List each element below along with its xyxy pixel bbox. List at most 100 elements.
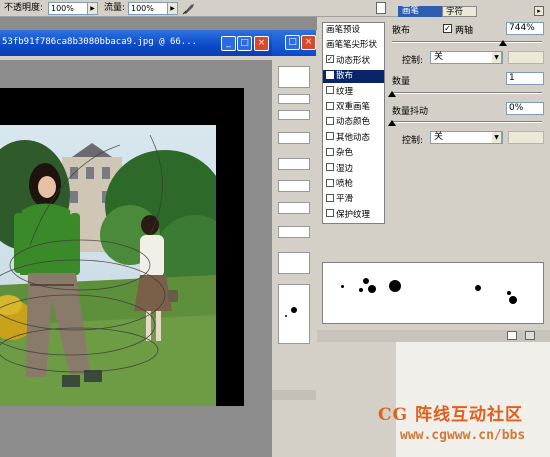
brush-setting-label: 动态形状	[336, 55, 371, 66]
brush-setting-label: 杂色	[336, 148, 354, 159]
workspace-background	[0, 17, 317, 30]
hidden-panel-row	[278, 180, 310, 192]
brush-setting-item[interactable]: 双重画笔	[323, 101, 384, 114]
control2-label: 控制:	[402, 136, 424, 146]
airbrush-icon[interactable]	[182, 2, 196, 15]
watermark-cg: CG	[378, 405, 409, 425]
minimize-button[interactable]: _	[221, 36, 236, 51]
brush-panel-footer	[317, 330, 550, 342]
flow-dropdown-arrow-icon[interactable]: ▶	[168, 2, 178, 15]
brush-setting-label: 喷枪	[336, 179, 354, 189]
hidden-window-close-button[interactable]: ×	[301, 35, 316, 50]
brush-setting-checkbox[interactable]	[326, 209, 334, 218]
brush-setting-item[interactable]: ✓ 动态形状	[323, 55, 384, 68]
brush-setting-item[interactable]: 湿边	[323, 163, 384, 176]
brush-setting-checkbox[interactable]	[326, 163, 334, 172]
brush-setting-label: 散布	[336, 71, 354, 82]
trash-icon[interactable]	[525, 331, 535, 340]
count-value-field[interactable]: 1	[506, 72, 544, 85]
close-button[interactable]: ×	[254, 36, 269, 51]
watermark-url: www.cgwww.cn/bbs	[400, 428, 526, 443]
control2-extra-field	[508, 131, 544, 144]
brush-setting-label: 动态颜色	[336, 117, 371, 128]
both-axes-label: 两轴	[455, 26, 474, 36]
brush-setting-checkbox[interactable]	[326, 147, 334, 156]
count-jitter-slider-track[interactable]	[392, 121, 542, 123]
hidden-panel-row	[278, 110, 310, 120]
brush-setting-label: 画笔预设	[326, 25, 361, 35]
brush-setting-item[interactable]: 其他动态	[323, 132, 384, 145]
hidden-window-titlebar: □ ×	[272, 30, 316, 56]
hidden-panel-box	[278, 252, 310, 274]
hidden-panel-strip: □ ×	[272, 30, 316, 457]
control2-dropdown-arrow-icon[interactable]: ▼	[492, 131, 502, 144]
count-jitter-value-field[interactable]: 0%	[506, 102, 544, 115]
flow-label: 流量:	[104, 3, 126, 13]
document-title: 53fb91f786ca8b3080bbaca9.jpg @ 66...	[2, 37, 198, 47]
brush-setting-label: 湿边	[336, 163, 354, 174]
brush-setting-item[interactable]: 纹理	[323, 86, 384, 99]
hidden-panel-row	[278, 158, 310, 170]
hidden-panel-row	[278, 202, 310, 214]
control-dropdown-arrow-icon[interactable]: ▼	[492, 51, 502, 64]
brush-setting-item[interactable]: 喷枪	[323, 178, 384, 191]
brush-stroke-preview	[322, 262, 544, 324]
scatter-slider-thumb[interactable]	[499, 40, 507, 46]
new-brush-icon[interactable]	[507, 331, 517, 340]
brush-setting-label: 保护纹理	[336, 209, 371, 220]
opacity-field[interactable]: 100%	[48, 2, 88, 15]
hidden-panel-row	[278, 132, 310, 144]
photo-image	[0, 125, 216, 406]
both-axes-checkbox[interactable]: ✓	[443, 24, 452, 33]
control-label: 控制:	[402, 56, 424, 66]
flow-field[interactable]: 100%	[128, 2, 168, 15]
panel-menu-icon[interactable]: ▸	[534, 6, 544, 16]
scatter-value-field[interactable]: 744%	[506, 22, 544, 35]
count-jitter-label: 数量抖动	[392, 107, 429, 117]
brush-setting-checkbox[interactable]	[326, 86, 334, 95]
count-jitter-slider-thumb[interactable]	[388, 120, 396, 126]
brush-setting-label: 平滑	[336, 194, 354, 205]
brush-setting-label: 纹理	[336, 86, 354, 97]
brush-setting-checkbox[interactable]: ✓	[326, 55, 334, 64]
brush-setting-item[interactable]: 动态颜色	[323, 116, 384, 129]
maximize-button[interactable]: □	[237, 36, 252, 51]
tab-brush[interactable]: 画笔	[398, 6, 442, 17]
count-label: 数量	[392, 77, 411, 87]
brush-settings-list: 画笔预设 画笔笔尖形状 ✓ 动态形状 ✓ 散布 纹理 双重画笔 动态颜色 其他动态 杂色 湿边 喷枪 平滑…	[322, 22, 385, 224]
opacity-label: 不透明度:	[4, 3, 44, 13]
hidden-panel-row	[278, 226, 310, 238]
brush-setting-item[interactable]: 画笔笔尖形状	[323, 39, 384, 52]
brush-setting-checkbox[interactable]: ✓	[326, 70, 334, 79]
brush-setting-checkbox[interactable]	[326, 178, 334, 187]
brush-setting-item[interactable]: 平滑	[323, 193, 384, 206]
document-frame-edge	[0, 56, 272, 60]
opacity-dropdown-arrow-icon[interactable]: ▶	[88, 2, 98, 15]
brush-setting-label: 双重画笔	[336, 102, 371, 112]
document-title-bar[interactable]: 53fb91f786ca8b3080bbaca9.jpg @ 66... _ □…	[0, 30, 272, 56]
brush-setting-checkbox[interactable]	[326, 193, 334, 202]
brush-setting-label: 其他动态	[336, 132, 371, 143]
watermark-name: 阵线互动社区	[414, 405, 523, 425]
hidden-panel-row	[278, 94, 310, 104]
tab-character[interactable]: 字符	[442, 6, 477, 17]
hidden-brush-preview	[278, 284, 310, 344]
brush-setting-checkbox[interactable]	[326, 101, 334, 110]
count-slider-track[interactable]	[392, 92, 542, 94]
count-slider-thumb[interactable]	[388, 91, 396, 97]
brush-setting-item[interactable]: 画笔预设	[323, 24, 384, 37]
brush-setting-checkbox[interactable]	[326, 116, 334, 125]
scatter-slider-track[interactable]	[392, 41, 542, 43]
control-extra-field	[508, 51, 544, 64]
brush-setting-checkbox[interactable]	[326, 132, 334, 141]
brush-setting-item[interactable]: ✓ 散布	[323, 70, 384, 84]
hidden-window-max-button[interactable]: □	[285, 35, 300, 50]
brush-setting-item[interactable]: 保护纹理	[323, 209, 384, 222]
brush-setting-item[interactable]: 杂色	[323, 147, 384, 160]
brush-setting-label: 画笔笔尖形状	[326, 40, 378, 51]
scatter-label: 散布	[392, 26, 411, 36]
lower-strip	[272, 400, 316, 457]
document-icon[interactable]	[376, 2, 386, 14]
hidden-panel-box	[278, 66, 310, 88]
watermark-title: CG 阵线互动社区	[378, 400, 523, 425]
